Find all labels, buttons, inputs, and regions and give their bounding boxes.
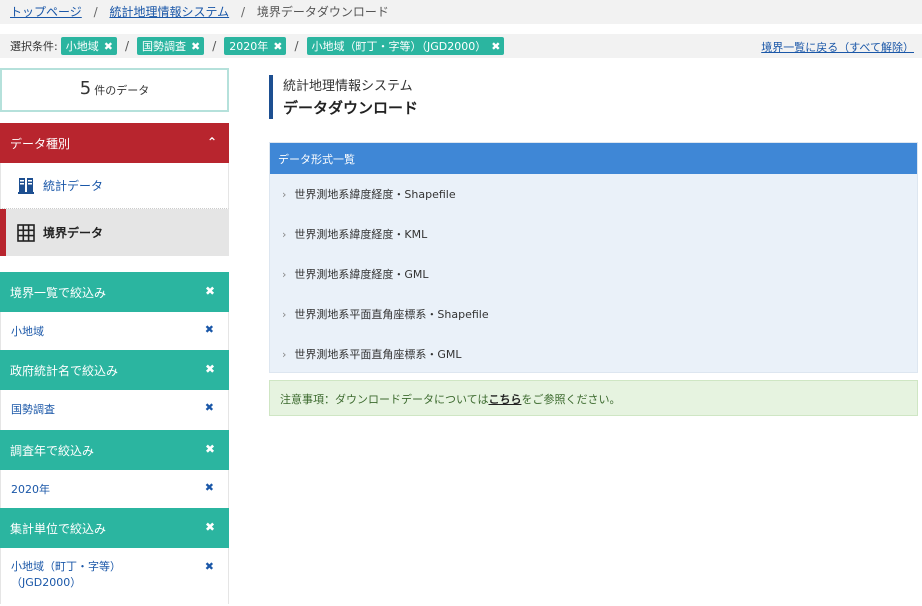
close-icon[interactable]: ✖ (191, 40, 200, 53)
close-icon[interactable]: ✖ (205, 284, 215, 298)
format-item[interactable]: › 世界測地系平面直角座標系・GML (270, 334, 917, 374)
filter-value: 小地域（町丁・字等） (11, 560, 121, 573)
filter-header-survey[interactable]: 政府統計名で絞込み ✖ (0, 350, 229, 390)
notice-suffix: をご参照ください。 (521, 393, 621, 406)
close-icon[interactable]: ✖ (205, 520, 215, 534)
condition-chip-unit[interactable]: 小地域（町丁・字等）（JGD2000） ✖ (306, 37, 505, 55)
page-subtitle: 統計地理情報システム (283, 79, 413, 94)
format-item[interactable]: › 世界測地系平面直角座標系・Shapefile (270, 294, 917, 334)
data-format-panel: データ形式一覧 › 世界測地系緯度経度・Shapefile › 世界測地系緯度経… (269, 142, 918, 373)
filter-value: 国勢調査 (11, 403, 55, 416)
breadcrumb-separator: / (240, 5, 245, 19)
data-type-label: 統計データ (43, 179, 104, 193)
result-count-box: 5 件のデータ (0, 68, 229, 112)
filter-value: 2020年 (11, 483, 50, 496)
chevron-right-icon: › (282, 347, 287, 361)
data-type-header[interactable]: データ種別 ⌃ (0, 123, 229, 163)
filter-title: 境界一覧で絞込み (10, 286, 107, 300)
result-count: 5 (79, 78, 92, 99)
breadcrumb: トップページ / 統計地理情報システム / 境界データダウンロード (0, 0, 922, 24)
close-icon[interactable]: ✖ (205, 481, 214, 494)
close-icon[interactable]: ✖ (491, 40, 500, 53)
close-icon[interactable]: ✖ (104, 40, 113, 53)
chevron-right-icon: › (282, 187, 287, 201)
close-icon[interactable]: ✖ (273, 40, 282, 53)
back-to-list-link[interactable]: 境界一覧に戻る（すべて解除） (761, 39, 914, 55)
chip-label: 2020年 (229, 40, 269, 53)
breadcrumb-link-top[interactable]: トップページ (10, 5, 82, 19)
format-item[interactable]: › 世界測地系緯度経度・KML (270, 214, 917, 254)
chip-separator: / (212, 39, 217, 53)
page-title: データダウンロード (283, 99, 419, 117)
close-icon[interactable]: ✖ (205, 442, 215, 456)
chip-separator: / (124, 39, 129, 53)
format-label: 世界測地系平面直角座標系・GML (294, 348, 462, 361)
format-label: 世界測地系平面直角座標系・Shapefile (294, 308, 489, 321)
chip-label: 小地域（町丁・字等）（JGD2000） (311, 40, 487, 53)
filter-value-survey[interactable]: 国勢調査 ✖ (0, 390, 229, 430)
book-icon (18, 177, 34, 194)
filter-header-unit[interactable]: 集計単位で絞込み ✖ (0, 508, 229, 548)
chevron-right-icon: › (282, 307, 287, 321)
filter-value: 小地域 (11, 325, 44, 338)
close-icon[interactable]: ✖ (205, 401, 214, 414)
chevron-right-icon: › (282, 227, 287, 241)
notice-box: 注意事項：ダウンロードデータについてはこちらをご参照ください。 (269, 380, 918, 416)
condition-chip-year[interactable]: 2020年 ✖ (224, 37, 287, 55)
page-title-block: 統計地理情報システム データダウンロード (269, 75, 418, 119)
selected-conditions-bar: 選択条件: 小地域 ✖ / 国勢調査 ✖ / 2020年 ✖ / 小地域（町丁・… (0, 34, 922, 58)
format-label: 世界測地系緯度経度・GML (294, 268, 429, 281)
data-type-item-stats[interactable]: 統計データ (0, 163, 229, 209)
chip-separator: / (294, 39, 299, 53)
format-label: 世界測地系緯度経度・KML (294, 228, 428, 241)
breadcrumb-current: 境界データダウンロード (256, 5, 389, 19)
filter-title: 政府統計名で絞込み (10, 364, 119, 378)
chip-label: 国勢調査 (141, 40, 186, 53)
filter-value-boundary[interactable]: 小地域 ✖ (0, 312, 229, 350)
condition-chip-survey[interactable]: 国勢調査 ✖ (136, 37, 205, 55)
data-type-title: データ種別 (10, 137, 71, 151)
notice-link[interactable]: こちら (488, 393, 521, 406)
data-format-header: データ形式一覧 (270, 143, 917, 174)
conditions-label: 選択条件: (10, 40, 58, 53)
result-count-unit: 件のデータ (94, 84, 150, 97)
notice-prefix: 注意事項：ダウンロードデータについては (280, 393, 489, 406)
close-icon[interactable]: ✖ (205, 362, 215, 376)
filter-header-year[interactable]: 調査年で絞込み ✖ (0, 430, 229, 470)
data-type-item-boundary[interactable]: 境界データ (0, 209, 229, 256)
grid-icon (17, 223, 35, 242)
filter-header-boundary[interactable]: 境界一覧で絞込み ✖ (0, 272, 229, 312)
filter-title: 集計単位で絞込み (10, 522, 107, 536)
format-label: 世界測地系緯度経度・Shapefile (294, 188, 456, 201)
filter-title: 調査年で絞込み (10, 444, 95, 458)
format-item[interactable]: › 世界測地系緯度経度・Shapefile (270, 174, 917, 214)
breadcrumb-separator: / (93, 5, 98, 19)
chevron-up-icon: ⌃ (206, 135, 217, 149)
format-item[interactable]: › 世界測地系緯度経度・GML (270, 254, 917, 294)
breadcrumb-link-system[interactable]: 統計地理情報システム (109, 5, 229, 19)
data-type-label: 境界データ (43, 226, 104, 240)
chip-label: 小地域 (65, 40, 99, 53)
filter-value-sub: （JGD2000） (11, 576, 82, 589)
filter-value-unit[interactable]: 小地域（町丁・字等） （JGD2000） ✖ (0, 548, 229, 604)
condition-chip-area[interactable]: 小地域 ✖ (60, 37, 117, 55)
filter-value-year[interactable]: 2020年 ✖ (0, 470, 229, 508)
chevron-right-icon: › (282, 267, 287, 281)
close-icon[interactable]: ✖ (205, 559, 214, 575)
close-icon[interactable]: ✖ (205, 323, 214, 336)
